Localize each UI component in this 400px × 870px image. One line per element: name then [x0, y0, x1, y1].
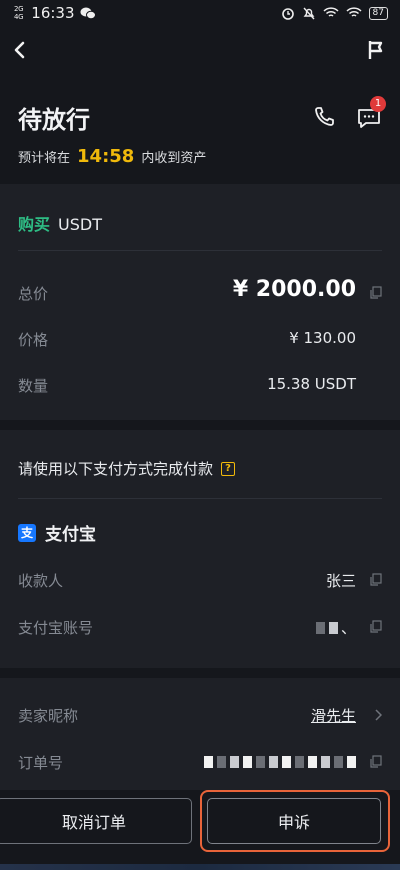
clock: 16:33 [31, 4, 75, 22]
battery-icon: 87 [368, 6, 388, 20]
order-details-card: 卖家昵称 滑先生 订单号 [0, 678, 400, 798]
order-number-label: 订单号 [18, 754, 64, 772]
top-nav [0, 36, 400, 68]
flag-icon[interactable] [364, 38, 388, 62]
back-icon[interactable] [8, 38, 32, 62]
redacted-mosaic [315, 621, 338, 634]
chevron-right-icon [375, 709, 382, 721]
home-indicator [0, 864, 400, 870]
countdown-timer: 14:58 [77, 146, 135, 167]
copy-icon[interactable] [370, 620, 382, 633]
wifi-icon [323, 7, 339, 17]
price-label: 价格 [18, 331, 49, 349]
help-icon[interactable]: ? [221, 461, 236, 476]
payee-row: 收款人 张三 [18, 570, 382, 591]
order-number-row: 订单号 [18, 752, 382, 773]
copy-icon[interactable] [370, 286, 382, 299]
payment-method-name: 支付宝 [45, 525, 96, 545]
order-status-header: 待放行 预计将在 14:58 内收到资产 1 [0, 90, 400, 180]
alipay-account-row: 支付宝账号 、 [18, 617, 382, 638]
order-number-value [204, 752, 356, 770]
message-badge: 1 [370, 96, 386, 112]
wechat-icon [80, 7, 96, 20]
payment-method: 支 支付宝 [18, 520, 96, 545]
payment-instruction: 请使用以下支付方式完成付款 ? [18, 458, 236, 479]
alarm-icon [281, 8, 294, 20]
mute-icon [303, 7, 315, 20]
redacted-mosaic [204, 755, 356, 768]
order-side: 购买 USDT [18, 211, 382, 235]
divider [18, 250, 382, 251]
alipay-account-label: 支付宝账号 [18, 619, 94, 637]
seller-nickname[interactable]: 滑先生 [311, 705, 356, 726]
cancel-order-button[interactable]: 取消订单 [0, 798, 192, 844]
payee-value: 张三 [325, 572, 356, 590]
alipay-account-value: 、 [315, 617, 356, 638]
payment-method-card: 请使用以下支付方式完成付款 ? 支 支付宝 收款人 张三 支付宝账号 、 [0, 430, 400, 668]
order-summary-card: 购买 USDT 总价 ¥ 2000.00 价格 ¥ 130.00 数量 15.38… [0, 184, 400, 420]
seller-label: 卖家昵称 [18, 707, 79, 725]
total-value: ¥ 2000.00 [232, 277, 356, 302]
divider [18, 498, 382, 499]
seller-row[interactable]: 卖家昵称 滑先生 [18, 705, 382, 726]
countdown-text: 预计将在 14:58 内收到资产 [18, 146, 207, 167]
copy-icon[interactable] [370, 755, 382, 768]
phone-icon[interactable] [312, 105, 336, 129]
wifi-icon [346, 7, 362, 17]
asset-label: USDT [58, 215, 102, 234]
quantity-row: 数量 15.38 USDT [18, 375, 382, 396]
price-row: 价格 ¥ 130.00 [18, 329, 382, 350]
payee-label: 收款人 [18, 572, 64, 590]
quantity-value: 15.38 USDT [267, 375, 356, 393]
total-row: 总价 ¥ 2000.00 [18, 277, 382, 304]
status-bar: 2G 4G 16:33 87 [0, 0, 400, 26]
total-label: 总价 [18, 285, 49, 303]
action-bar: 取消订单 申诉 [0, 790, 400, 870]
page-title: 待放行 [18, 106, 90, 134]
copy-icon[interactable] [370, 573, 382, 586]
side-label: 购买 [18, 215, 51, 234]
alipay-icon: 支 [18, 523, 36, 542]
price-value: ¥ 130.00 [289, 329, 356, 347]
quantity-label: 数量 [18, 377, 49, 395]
appeal-button[interactable]: 申诉 [207, 798, 381, 844]
signal-indicator: 2G 4G [14, 5, 24, 21]
